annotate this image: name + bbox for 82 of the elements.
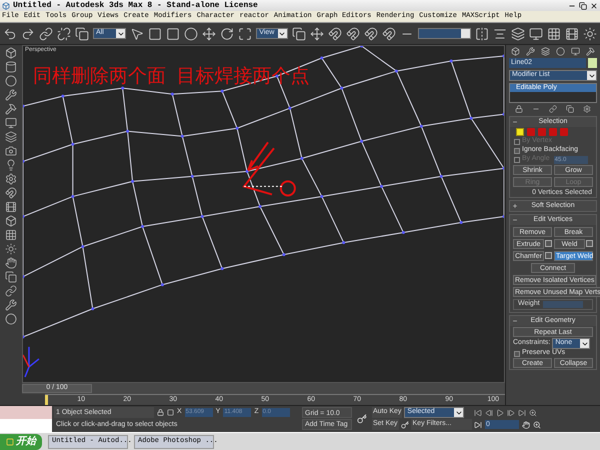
circle-icon[interactable] bbox=[5, 75, 17, 87]
step-back-icon[interactable] bbox=[485, 408, 493, 416]
hammer-icon[interactable] bbox=[5, 103, 17, 115]
magnet-icon[interactable] bbox=[364, 26, 378, 40]
square-icon[interactable] bbox=[148, 26, 162, 40]
lock-icon[interactable] bbox=[157, 409, 164, 416]
magnet-icon[interactable] bbox=[346, 26, 360, 40]
arrow-annotation-drawing bbox=[242, 141, 296, 196]
monitor-icon[interactable] bbox=[528, 26, 543, 40]
undo-icon[interactable] bbox=[3, 26, 17, 40]
axis-tripod-icon bbox=[23, 346, 40, 378]
copy-icon[interactable] bbox=[75, 26, 89, 40]
panel-tab-icon[interactable] bbox=[571, 47, 580, 56]
link-icon[interactable] bbox=[39, 26, 53, 40]
square-icon[interactable] bbox=[166, 26, 180, 40]
box-icon[interactable] bbox=[5, 47, 17, 59]
window-title: Untitled - Autodesk 3ds Max 8 - Stand-alone License bbox=[13, 0, 259, 10]
film-icon[interactable] bbox=[5, 201, 17, 213]
collapse-icon[interactable] bbox=[512, 318, 518, 324]
copy-icon[interactable] bbox=[292, 26, 306, 40]
restore-icon[interactable] bbox=[579, 2, 587, 10]
copy-icon[interactable] bbox=[5, 271, 17, 283]
checkbox[interactable] bbox=[514, 350, 520, 356]
circle-icon[interactable] bbox=[5, 313, 17, 325]
script-output-field[interactable] bbox=[0, 419, 52, 432]
layers-icon[interactable] bbox=[510, 26, 525, 40]
box-icon[interactable] bbox=[5, 215, 17, 227]
unlink-icon[interactable] bbox=[57, 26, 71, 40]
circle-icon[interactable] bbox=[184, 26, 198, 40]
collapse-icon[interactable] bbox=[512, 119, 518, 125]
key-icon[interactable] bbox=[357, 414, 367, 424]
play-icon[interactable] bbox=[496, 408, 504, 416]
key-icon[interactable] bbox=[400, 420, 409, 428]
align-icon[interactable] bbox=[492, 26, 507, 40]
magnet-icon[interactable] bbox=[382, 26, 396, 40]
wrench-icon[interactable] bbox=[5, 299, 17, 311]
grid-icon[interactable] bbox=[546, 26, 561, 40]
stack-tool-icon[interactable] bbox=[514, 104, 523, 112]
script-listener-field[interactable] bbox=[0, 406, 52, 419]
rotate-icon[interactable] bbox=[220, 26, 234, 40]
film-icon[interactable] bbox=[564, 26, 579, 40]
checkbox[interactable] bbox=[514, 148, 520, 154]
panel-tab-icon[interactable] bbox=[586, 47, 595, 56]
stack-tool-icon[interactable] bbox=[583, 104, 592, 112]
sun-icon[interactable] bbox=[582, 26, 597, 40]
stack-tool-icon[interactable] bbox=[548, 104, 557, 112]
zoom-icon[interactable] bbox=[529, 408, 537, 416]
panel-tab-icon[interactable] bbox=[526, 47, 535, 56]
camera-icon[interactable] bbox=[5, 145, 17, 157]
skip-back-icon[interactable] bbox=[474, 408, 482, 416]
object-color-swatch[interactable] bbox=[588, 58, 597, 68]
panel-tab-icon[interactable] bbox=[511, 47, 520, 56]
hand-icon[interactable] bbox=[5, 257, 17, 269]
close-icon[interactable] bbox=[590, 2, 598, 10]
pan-icon[interactable] bbox=[522, 420, 530, 428]
sun-icon[interactable] bbox=[5, 243, 17, 255]
magnet-icon[interactable] bbox=[328, 26, 342, 40]
magnet-icon[interactable] bbox=[5, 187, 17, 199]
move-icon[interactable] bbox=[202, 26, 216, 40]
start-button[interactable]: 开始 bbox=[0, 434, 42, 450]
move-icon[interactable] bbox=[310, 26, 324, 40]
panel-tab-icon[interactable] bbox=[556, 47, 565, 56]
app-logo-icon bbox=[2, 2, 10, 10]
grid-icon[interactable] bbox=[5, 229, 17, 241]
stack-tool-icon[interactable] bbox=[566, 104, 574, 112]
panel-tab-icon[interactable] bbox=[541, 47, 550, 56]
wrench-icon[interactable] bbox=[5, 89, 17, 101]
scale-icon[interactable] bbox=[238, 26, 252, 40]
mirror-icon[interactable] bbox=[474, 26, 489, 40]
pointer-icon[interactable] bbox=[130, 26, 144, 40]
collapse-icon[interactable] bbox=[512, 217, 518, 223]
zoom-icon[interactable] bbox=[533, 420, 541, 428]
monitor-icon[interactable] bbox=[5, 117, 17, 129]
link-icon[interactable] bbox=[5, 285, 17, 297]
redo-icon[interactable] bbox=[21, 26, 35, 40]
skip-forward-icon[interactable] bbox=[518, 408, 526, 416]
expand-icon[interactable] bbox=[512, 203, 518, 209]
layers-icon[interactable] bbox=[5, 131, 17, 143]
step-forward-icon[interactable] bbox=[507, 408, 515, 416]
named-selection-dropdown[interactable] bbox=[418, 28, 471, 39]
cylinder-icon[interactable] bbox=[5, 61, 17, 73]
lightbulb-icon[interactable] bbox=[5, 159, 17, 171]
